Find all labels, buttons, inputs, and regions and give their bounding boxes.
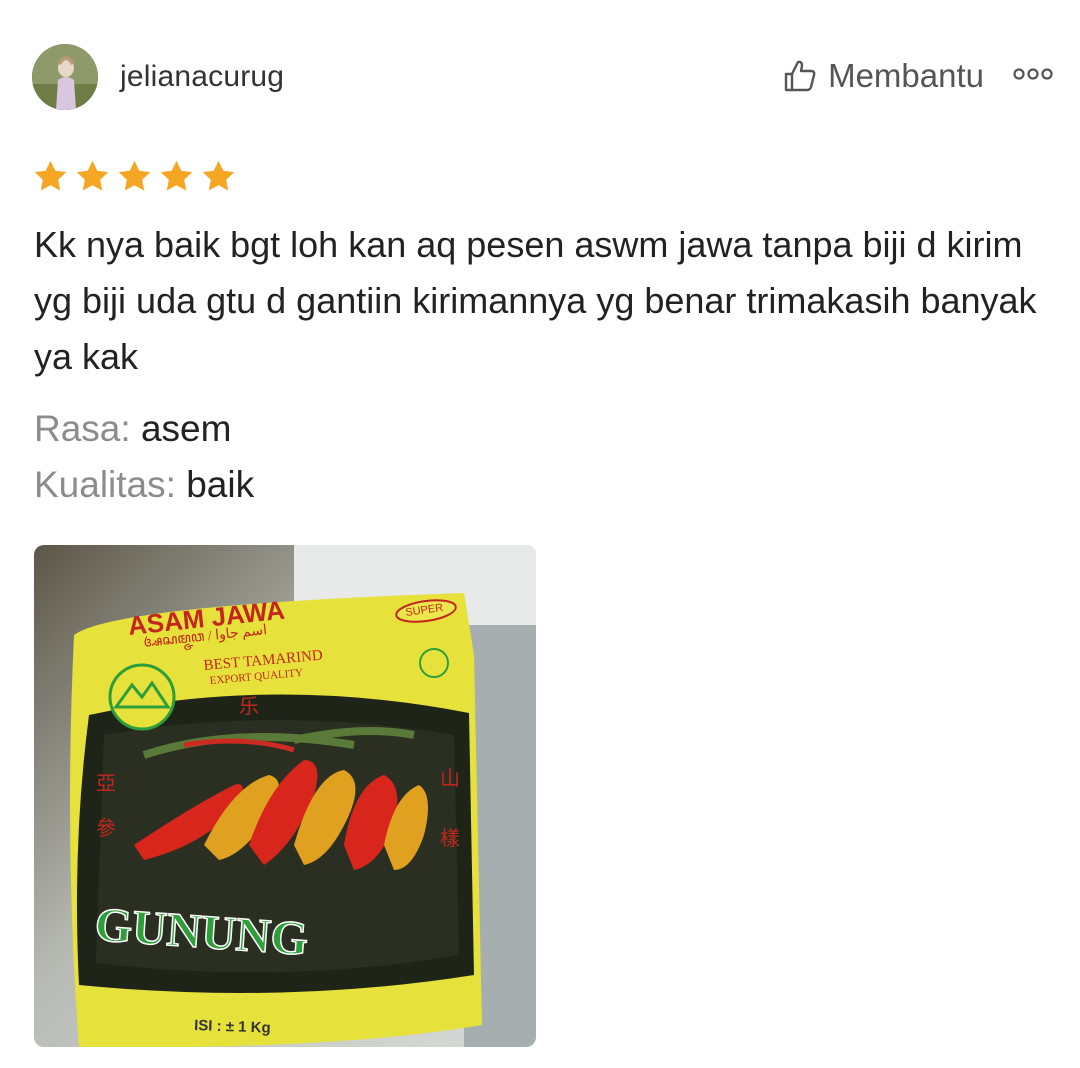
star-rating [32, 158, 237, 195]
star-icon [158, 158, 195, 195]
star-icon [200, 158, 237, 195]
star-icon [32, 158, 69, 195]
username[interactable]: jelianacurug [120, 60, 284, 94]
star-icon [116, 158, 153, 195]
attribute-kualitas: Kualitas: baik [34, 464, 254, 506]
avatar[interactable] [32, 44, 98, 110]
helpful-button[interactable]: Membantu [782, 56, 984, 96]
svg-text:乐: 乐 [239, 694, 259, 718]
review-header: jelianacurug Membantu [32, 42, 1054, 112]
svg-text:亞: 亞 [96, 771, 116, 795]
attribute-key: Kualitas: [34, 464, 176, 505]
svg-text:樣: 樣 [440, 826, 460, 850]
attribute-key: Rasa: [34, 408, 131, 449]
svg-text:參: 參 [96, 816, 116, 840]
more-dots-icon [1013, 68, 1053, 80]
attribute-rasa: Rasa: asem [34, 408, 231, 450]
thumbs-up-icon [782, 58, 818, 94]
review-photo[interactable]: ASAM JAWA SUPER ꦄꦱꦩ꧀ꦗꦮ / اسم جاوا BEST T… [34, 545, 536, 1047]
attribute-value: asem [140, 408, 232, 449]
review-text: Kk nya baik bgt loh kan aq pesen aswm ja… [34, 224, 1037, 377]
svg-text:山: 山 [440, 766, 460, 790]
package-weight: ISI : ± 1 Kg [194, 1017, 271, 1037]
helpful-label: Membantu [828, 57, 984, 94]
star-icon [74, 158, 111, 195]
more-options-button[interactable] [1012, 62, 1054, 86]
attribute-value: baik [186, 464, 255, 505]
